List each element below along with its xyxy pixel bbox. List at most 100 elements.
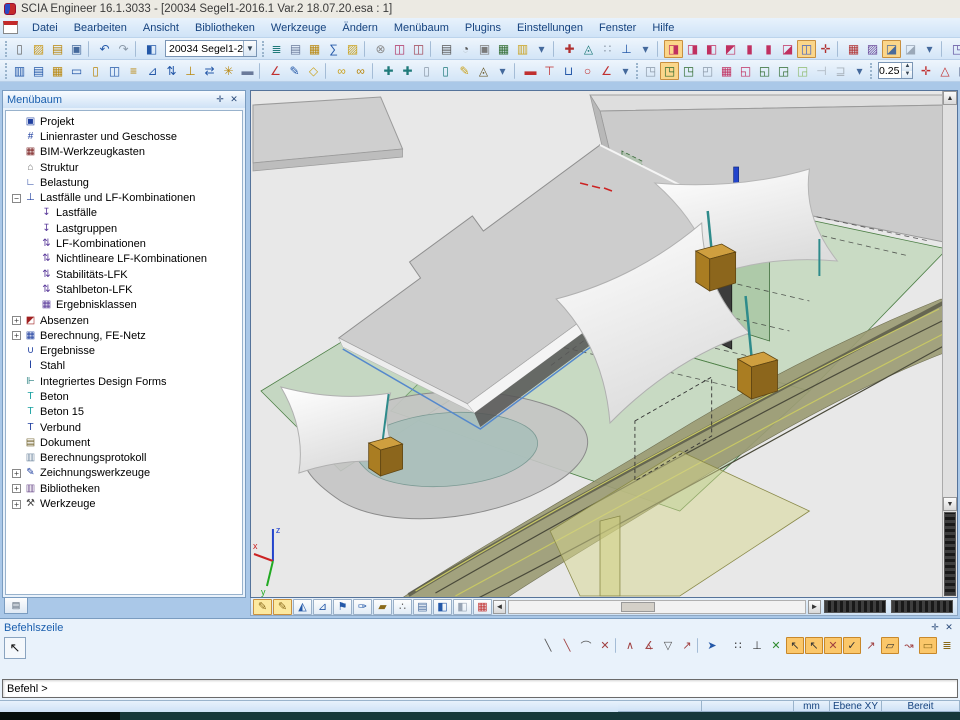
vertical-grip-control[interactable]: [944, 512, 956, 596]
toolbar-grip[interactable]: [5, 63, 7, 79]
labels-display-icon[interactable]: ✑: [353, 599, 372, 615]
tree-item-berechnungsprotokoll[interactable]: ▥ Berechnungsprotokoll: [6, 451, 242, 466]
load-case-1-icon[interactable]: ◨: [664, 40, 683, 58]
print-icon[interactable]: ▤: [437, 40, 456, 58]
menu-item[interactable]: Fenster: [591, 20, 644, 36]
close-service-icon[interactable]: ⊗: [371, 40, 390, 58]
menu-item[interactable]: Menübaum: [386, 20, 457, 36]
tree-expander[interactable]: +: [12, 316, 21, 325]
align-icon[interactable]: ◬: [579, 40, 598, 58]
polyline-icon[interactable]: ✎: [285, 62, 304, 80]
separator[interactable]: [941, 41, 946, 57]
tree-item-beton[interactable]: Τ Beton: [6, 389, 242, 404]
supports-display-icon[interactable]: ⊿: [313, 599, 332, 615]
toolbar-grip[interactable]: [262, 41, 264, 57]
export-icon[interactable]: ▦: [494, 40, 513, 58]
view-flag-3-icon[interactable]: ◳: [679, 62, 698, 80]
tree-expander[interactable]: [28, 301, 37, 310]
save-all-icon[interactable]: ▤: [48, 40, 67, 58]
cursor-snap-mode-icon[interactable]: ➤: [703, 637, 721, 654]
tree-expander[interactable]: +: [12, 469, 21, 478]
tree-expander[interactable]: [12, 148, 21, 157]
engineering-report-icon[interactable]: ▨: [343, 40, 362, 58]
menu-item[interactable]: Bibliotheken: [187, 20, 263, 36]
combination-icon[interactable]: ◩: [721, 40, 740, 58]
vertical-scroll-track[interactable]: [943, 105, 957, 497]
tree-expander[interactable]: [28, 240, 37, 249]
toolbar-overflow-icon[interactable]: ▾: [636, 40, 655, 58]
vertical-scrollbar[interactable]: ▲ ▼: [942, 91, 957, 597]
table-export-icon[interactable]: ▨: [863, 40, 882, 58]
dot-grid-icon[interactable]: ∷: [598, 40, 617, 58]
window-layout-icon[interactable]: ◧: [142, 40, 161, 58]
tree-item-ergebnisklassen[interactable]: ▦ Ergebnisklassen: [6, 298, 242, 313]
tree-item-lastfaelle[interactable]: ↧ Lastfälle: [6, 206, 242, 221]
bim-toolbox-icon[interactable]: ✚: [560, 40, 579, 58]
mass-icon[interactable]: ▬: [238, 62, 257, 80]
activity-grid-icon[interactable]: ▦: [473, 599, 492, 615]
calculation-icon[interactable]: ∑: [324, 40, 343, 58]
horizontal-scroll-track[interactable]: [508, 600, 806, 614]
separator[interactable]: [364, 41, 369, 57]
deform-scale-icon[interactable]: △: [935, 62, 954, 80]
rendering-icon[interactable]: ◭: [293, 599, 312, 615]
slab-icon[interactable]: ▤: [29, 62, 48, 80]
add-member-icon[interactable]: ✚: [398, 62, 417, 80]
concrete-combination-icon[interactable]: ◫: [797, 40, 816, 58]
chevron-down-icon[interactable]: ▼: [243, 41, 256, 56]
undo-icon[interactable]: ↶: [95, 40, 114, 58]
clip-box-icon[interactable]: ⊣: [812, 62, 831, 80]
scroll-left-icon[interactable]: ◄: [493, 600, 506, 614]
snap-dot-grid-icon[interactable]: ▭: [919, 637, 937, 654]
tree-item-stahlbeton-lfk[interactable]: ⇅ Stahlbeton-LFK: [6, 282, 242, 297]
paperspace-gallery-icon[interactable]: ◫: [409, 40, 428, 58]
separator[interactable]: [430, 41, 435, 57]
terrain-icon[interactable]: ◬: [474, 62, 493, 80]
tree-expander[interactable]: +: [12, 484, 21, 493]
view-flag-4-icon[interactable]: ◰: [698, 62, 717, 80]
separator[interactable]: [514, 63, 519, 79]
layer-activity-1-icon[interactable]: ✎: [253, 599, 272, 615]
region-icon[interactable]: ◇: [304, 62, 323, 80]
separator[interactable]: [657, 41, 662, 57]
tree-item-dokument[interactable]: ▤ Dokument: [6, 435, 242, 450]
result-scale-icon[interactable]: ▦: [954, 62, 960, 80]
tree-expander[interactable]: [28, 224, 37, 233]
menu-item[interactable]: Werkzeuge: [263, 20, 334, 36]
view-flag-6-icon[interactable]: ◱: [736, 62, 755, 80]
menubaum-tab[interactable]: ▤: [4, 598, 28, 614]
view-flag-2-icon[interactable]: ◳: [660, 62, 679, 80]
snap-tangent-icon[interactable]: ↗: [862, 637, 880, 654]
support-icon[interactable]: ⊥: [181, 62, 200, 80]
model-data-icon[interactable]: ▤: [413, 599, 432, 615]
table-results-icon[interactable]: ▦: [844, 40, 863, 58]
spinner-arrows[interactable]: ▲▼: [901, 63, 912, 78]
section-icon[interactable]: ⊔: [559, 62, 578, 80]
tree-expander[interactable]: +: [12, 500, 21, 509]
horizontal-grip-control-2[interactable]: [891, 600, 953, 613]
column-icon[interactable]: ▯: [86, 62, 105, 80]
scroll-down-icon[interactable]: ▼: [943, 497, 957, 511]
tree-expander[interactable]: [12, 347, 21, 356]
save-picture-icon[interactable]: ▣: [475, 40, 494, 58]
add-node-icon[interactable]: ✚: [379, 62, 398, 80]
redo-icon[interactable]: ↷: [114, 40, 133, 58]
hinge-icon[interactable]: ⇅: [162, 62, 181, 80]
separator[interactable]: [697, 638, 702, 653]
scroll-right-icon[interactable]: ►: [808, 600, 821, 614]
tree-item-integriertes-design-forms[interactable]: ⊩ Integriertes Design Forms: [6, 374, 242, 389]
horizontal-grip-control-1[interactable]: [824, 600, 886, 613]
toolbar-grip[interactable]: [870, 63, 872, 79]
rib-icon[interactable]: ◫: [105, 62, 124, 80]
circle-icon[interactable]: ○: [578, 62, 597, 80]
spreadsheet-icon[interactable]: ▦: [305, 40, 324, 58]
toolbar-overflow-icon[interactable]: ▾: [616, 62, 635, 80]
loads-display-icon[interactable]: ⚑: [333, 599, 352, 615]
load-group-icon[interactable]: ◧: [702, 40, 721, 58]
menu-item[interactable]: Ändern: [334, 20, 385, 36]
new-dashed-line-icon[interactable]: ╲: [558, 637, 576, 654]
load-panel-icon[interactable]: ≡: [124, 62, 143, 80]
tree-expander[interactable]: [28, 209, 37, 218]
vector-input-icon[interactable]: ↗: [678, 637, 696, 654]
tree-expander[interactable]: [12, 377, 21, 386]
